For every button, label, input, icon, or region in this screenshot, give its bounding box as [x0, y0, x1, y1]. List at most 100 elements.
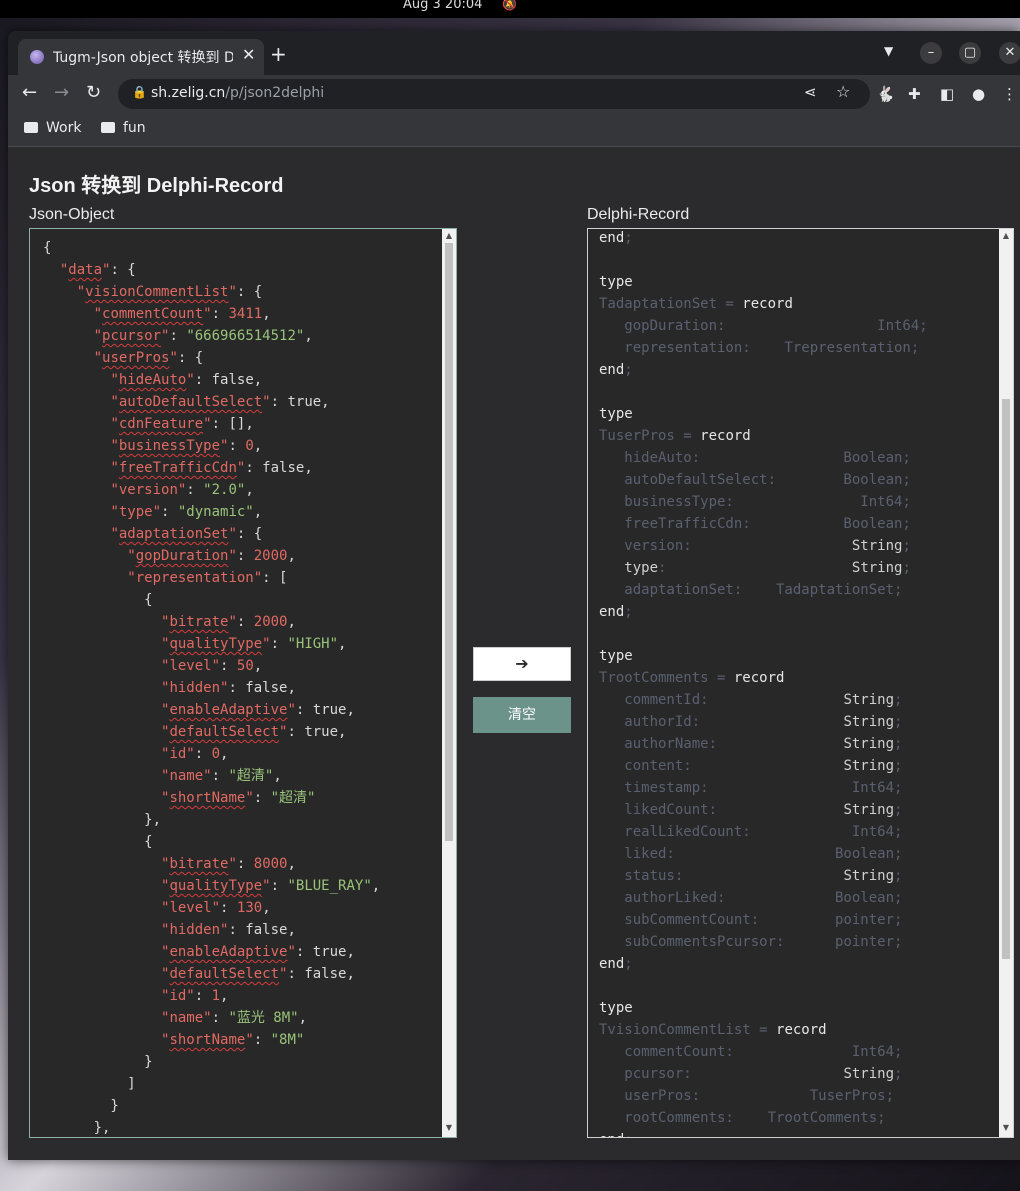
delphi-line: TrootComments = record	[599, 667, 928, 689]
json-token: shortName	[169, 790, 246, 806]
json-line: "gopDuration": 2000,	[43, 545, 380, 567]
json-token: ,	[253, 658, 263, 674]
json-line: {	[43, 589, 380, 611]
json-token: "	[186, 372, 195, 388]
new-tab-icon[interactable]: +	[270, 42, 287, 66]
delphi-line	[599, 249, 928, 271]
bookmark-folder-work[interactable]: Work	[24, 120, 81, 136]
json-token: :	[220, 658, 237, 674]
scroll-up-arrow-icon[interactable]: ▲	[999, 231, 1013, 240]
json-line: "enableAdaptive": true,	[43, 699, 380, 721]
json-token: "representation"	[127, 570, 263, 586]
delphi-token: type	[599, 1000, 633, 1016]
extension-rabbit-icon[interactable]: 🐇	[876, 85, 895, 103]
json-input-textarea[interactable]: { "data": { "visionCommentList": { "comm…	[29, 228, 457, 1138]
bookmark-folder-fun[interactable]: fun	[101, 120, 146, 136]
minimize-window-icon[interactable]: –	[920, 42, 942, 64]
folder-icon	[24, 122, 38, 133]
delphi-token: subCommentCount: pointer;	[599, 912, 903, 928]
tab-close-icon[interactable]: ✕	[242, 45, 255, 64]
lock-icon[interactable]: 🔒	[132, 85, 147, 99]
delphi-line: end;	[599, 229, 928, 249]
delphi-token	[599, 560, 624, 576]
side-panel-icon[interactable]: ◧	[940, 85, 954, 103]
delphi-line: authorId: String;	[599, 711, 928, 733]
json-token: adaptationSet	[118, 526, 229, 542]
json-token: "	[93, 350, 103, 366]
json-line: "hidden": false,	[43, 677, 380, 699]
delphi-token: hideAuto: Boolean;	[599, 450, 911, 466]
profile-icon[interactable]: ●	[972, 85, 985, 103]
json-token: 0	[211, 746, 221, 762]
delphi-scrollbar[interactable]: ▲ ▼	[999, 229, 1013, 1137]
delphi-token: String	[851, 538, 903, 554]
tab-search-chevron-icon[interactable]: ▼	[884, 44, 893, 58]
json-token: "HIGH"	[287, 636, 339, 652]
json-token: "	[262, 636, 271, 652]
json-line: "autoDefaultSelect": true,	[43, 391, 380, 413]
back-arrow-icon[interactable]: ←	[22, 82, 37, 103]
browser-tab-active[interactable]: Tugm-Json object 转换到 D ✕	[18, 39, 264, 75]
json-token: 1	[211, 988, 221, 1004]
menu-kebab-icon[interactable]: ⋮	[1002, 85, 1017, 103]
json-token: 3411	[228, 306, 263, 322]
delphi-token: end	[599, 1132, 624, 1137]
json-token: {	[43, 834, 153, 850]
json-token: defaultSelect	[169, 724, 280, 740]
system-clock[interactable]: Aug 3 20:04	[403, 0, 482, 12]
convert-button[interactable]: ➔	[473, 647, 571, 681]
json-token: "	[203, 306, 212, 322]
delphi-line: end;	[599, 359, 928, 381]
delphi-token: String	[851, 560, 903, 576]
json-token: : true,	[270, 394, 330, 410]
json-token: "	[245, 790, 254, 806]
scroll-down-arrow-icon[interactable]: ▼	[442, 1123, 456, 1132]
delphi-token: ;	[894, 736, 903, 752]
delphi-output-textarea[interactable]: end; type TadaptationSet = record gopDura…	[587, 228, 1014, 1138]
delphi-line: businessType: Int64;	[599, 491, 928, 513]
delphi-token: ;	[894, 692, 903, 708]
extensions-puzzle-icon[interactable]: ✚	[908, 85, 921, 103]
json-token: ,	[273, 768, 282, 784]
address-bar[interactable]: 🔒 sh.zelig.cn/p/json2delphi ⋖ ☆	[118, 79, 870, 109]
forward-arrow-icon[interactable]: →	[54, 82, 69, 103]
close-window-icon[interactable]: ✕	[999, 42, 1020, 64]
json-line: {	[43, 237, 380, 259]
clear-button[interactable]: 清空	[473, 697, 571, 733]
delphi-token: TadaptationSet =	[599, 296, 743, 312]
json-token: "	[203, 416, 212, 432]
tab-title: Tugm-Json object 转换到 D	[53, 50, 233, 66]
json-token: shortName	[169, 1032, 246, 1048]
json-line: "qualityType": "HIGH",	[43, 633, 380, 655]
bookmark-star-icon[interactable]: ☆	[836, 82, 850, 101]
delphi-line: end;	[599, 1129, 928, 1137]
json-token: bitrate	[169, 856, 229, 872]
json-line: "version": "2.0",	[43, 479, 380, 501]
json-token: : false,	[228, 680, 296, 696]
scroll-up-arrow-icon[interactable]: ▲	[442, 231, 456, 240]
json-token: "超清"	[270, 790, 316, 806]
json-line: "enableAdaptive": true,	[43, 941, 380, 963]
reload-icon[interactable]: ↻	[86, 82, 101, 103]
json-token: : {	[110, 262, 136, 278]
json-token: }	[43, 1054, 153, 1070]
json-line: },	[43, 809, 380, 831]
json-scrollbar-thumb[interactable]	[445, 243, 453, 841]
maximize-window-icon[interactable]: ▢	[959, 42, 981, 64]
notifications-muted-icon[interactable]: 🔕	[502, 0, 517, 11]
json-line: "representation": [	[43, 567, 380, 589]
url-host: sh.zelig.cn	[151, 85, 226, 101]
delphi-scrollbar-thumb[interactable]	[1002, 399, 1010, 959]
json-token: ,	[245, 482, 254, 498]
json-scrollbar[interactable]: ▲ ▼	[442, 229, 456, 1137]
share-icon[interactable]: ⋖	[804, 83, 817, 101]
json-token: ,	[287, 614, 296, 630]
delphi-token: String	[843, 714, 895, 730]
delphi-token: ;	[894, 1066, 903, 1082]
json-token: "	[262, 394, 271, 410]
scroll-down-arrow-icon[interactable]: ▼	[999, 1123, 1013, 1132]
